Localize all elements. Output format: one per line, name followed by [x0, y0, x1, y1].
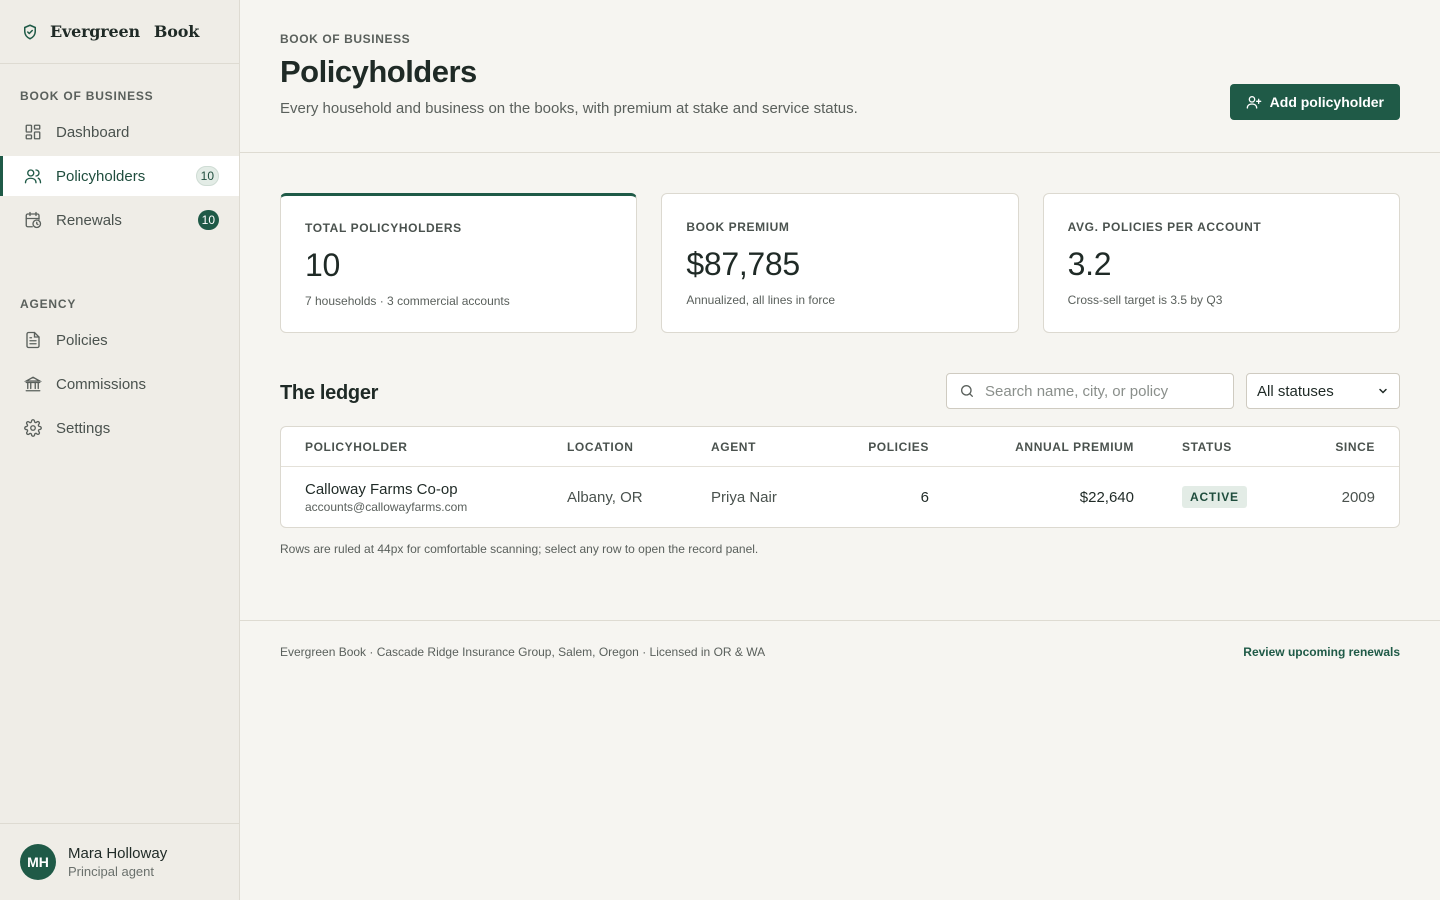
sidebar-item-policies[interactable]: Policies — [0, 320, 239, 360]
user-info: Mara Holloway Principal agent — [68, 845, 167, 879]
stat-card-premium: BOOK PREMIUM $87,785 Annualized, all lin… — [661, 193, 1019, 333]
page-header: BOOK OF BUSINESS Policyholders Every hou… — [240, 0, 1440, 153]
stat-card-total: TOTAL POLICYHOLDERS 10 7 households · 3 … — [280, 193, 638, 333]
stat-label: BOOK PREMIUM — [686, 220, 790, 234]
ledger-title: The ledger — [280, 381, 379, 404]
stat-card-avg-policies: AVG. POLICIES PER ACCOUNT 3.2 Cross-sell… — [1042, 193, 1400, 333]
users-icon — [24, 167, 42, 185]
nav-heading-book: BOOK OF BUSINESS — [20, 89, 154, 103]
holder-email: accounts@callowayfarms.com — [305, 499, 468, 514]
column-header-location[interactable]: LOCATION — [567, 440, 711, 454]
avatar: MH — [20, 844, 56, 880]
stat-note: 7 households · 3 commercial accounts — [305, 294, 510, 308]
user-role: Principal agent — [68, 864, 154, 879]
brand[interactable]: Evergreen Book — [0, 0, 239, 64]
agent-cell: Priya Nair — [711, 488, 777, 506]
user-name: Mara Holloway — [68, 845, 168, 862]
column-header-policies[interactable]: POLICIES — [819, 440, 929, 454]
sidebar-item-dashboard[interactable]: Dashboard — [0, 112, 239, 152]
holder-cell: Calloway Farms Co-op accounts@callowayfa… — [305, 481, 567, 514]
stats-row: TOTAL POLICYHOLDERS 10 7 households · 3 … — [240, 153, 1440, 333]
column-header-since[interactable]: SINCE — [1230, 440, 1375, 454]
column-header-policyholder[interactable]: POLICYHOLDER — [305, 440, 567, 454]
stat-value: $87,785 — [686, 246, 800, 282]
sidebar-item-settings[interactable]: Settings — [0, 408, 239, 448]
search-input[interactable] — [985, 382, 1225, 400]
main-content: BOOK OF BUSINESS Policyholders Every hou… — [240, 0, 1440, 900]
status-cell: ACTIVE — [1134, 486, 1247, 508]
breadcrumb: BOOK OF BUSINESS — [280, 32, 411, 46]
sidebar-item-label: Policies — [56, 331, 108, 349]
policies-cell: 6 — [920, 488, 929, 506]
user-profile[interactable]: MH Mara Holloway Principal agent — [0, 823, 239, 900]
sidebar-item-label: Settings — [56, 419, 111, 437]
premium-cell: $22,640 — [1079, 488, 1134, 506]
add-policyholder-button[interactable]: Add policyholder — [1229, 84, 1400, 120]
holder-name: Calloway Farms Co-op — [305, 480, 458, 498]
footer-text: Evergreen Book · Cascade Ridge Insurance… — [280, 645, 766, 659]
sidebar-item-label: Renewals — [56, 211, 122, 229]
sidebar: Evergreen Book BOOK OF BUSINESS Dashboard… — [0, 0, 240, 900]
since-cell: 2009 — [1341, 488, 1375, 506]
table-note: Rows are ruled at 44px for comfortable s… — [280, 542, 759, 556]
table-row[interactable]: Calloway Farms Co-op accounts@callowayfa… — [281, 467, 1399, 527]
location-cell: Albany, OR — [567, 488, 643, 506]
policyholders-table: POLICYHOLDER LOCATION AGENT POLICIES ANN… — [280, 426, 1400, 528]
nav-section-agency: AGENCY Policies Commissions Settings — [0, 244, 239, 448]
column-header-status[interactable]: STATUS — [1134, 440, 1231, 454]
review-renewals-link[interactable]: Review upcoming renewals — [1243, 645, 1400, 659]
status-filter-select[interactable]: All statuses — [1246, 373, 1400, 409]
chevron-down-icon — [1377, 385, 1389, 397]
count-badge: 10 — [195, 166, 219, 186]
sidebar-item-policyholders[interactable]: Policyholders 10 — [0, 156, 239, 196]
sidebar-item-label: Policyholders — [56, 167, 146, 185]
sidebar-item-label: Dashboard — [56, 123, 130, 141]
count-badge: 10 — [197, 210, 219, 230]
gear-icon — [24, 419, 42, 437]
calendar-clock-icon — [24, 211, 42, 229]
nav-heading-agency: AGENCY — [20, 297, 77, 311]
stat-label: AVG. POLICIES PER ACCOUNT — [1067, 220, 1262, 234]
sidebar-item-commissions[interactable]: Commissions — [0, 364, 239, 404]
stat-value: 10 — [305, 247, 340, 283]
document-icon — [24, 331, 42, 349]
user-plus-icon — [1246, 94, 1262, 110]
page-footer: Evergreen Book · Cascade Ridge Insurance… — [240, 620, 1440, 659]
search-icon — [959, 383, 975, 399]
status-filter-value: All statuses — [1257, 382, 1334, 400]
add-policyholder-label: Add policyholder — [1269, 94, 1384, 110]
column-header-agent[interactable]: AGENT — [711, 440, 819, 454]
sidebar-item-renewals[interactable]: Renewals 10 — [0, 200, 239, 240]
sidebar-item-label: Commissions — [56, 375, 147, 393]
stat-label: TOTAL POLICYHOLDERS — [305, 221, 462, 235]
brand-name: Evergreen Book — [50, 22, 200, 41]
grid-icon — [24, 123, 42, 141]
ledger-toolbar: The ledger All statuses — [240, 333, 1440, 409]
nav-section-book: BOOK OF BUSINESS Dashboard Policyholders… — [0, 64, 239, 240]
bank-icon — [24, 375, 42, 393]
search-box[interactable] — [946, 373, 1234, 409]
stat-note: Cross-sell target is 3.5 by Q3 — [1067, 293, 1223, 307]
stat-value: 3.2 — [1067, 246, 1112, 282]
column-header-premium[interactable]: ANNUAL PREMIUM — [929, 440, 1134, 454]
stat-note: Annualized, all lines in force — [686, 293, 836, 307]
table-header: POLICYHOLDER LOCATION AGENT POLICIES ANN… — [281, 427, 1399, 467]
shield-check-icon — [20, 22, 40, 42]
